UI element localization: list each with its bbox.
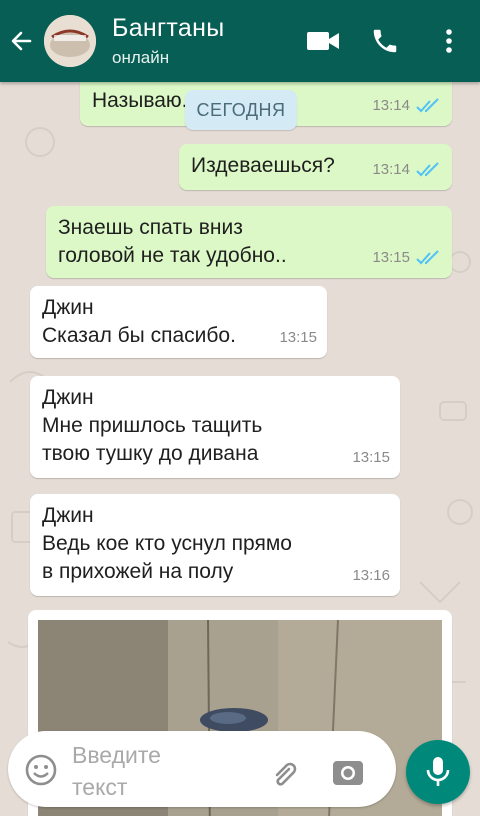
chat-area[interactable]: Называю... тиней 13:14 СЕГОДНЯ Издеваешь… [0,82,480,816]
header-titles[interactable]: Бангтаны онлайн [112,13,306,69]
message-meta: 13:15 [352,444,390,472]
microphone-button[interactable] [406,740,470,804]
message-bubble-incoming[interactable]: Джин Сказал бы спасибо. 13:15 [30,286,327,358]
message-time: 13:15 [279,329,317,346]
message-text-line: Мне пришлось тащить [42,414,263,437]
chat-title: Бангтаны [112,14,225,42]
chat-header: Бангтаны онлайн [0,0,480,82]
message-bubble-outgoing[interactable]: Издеваешься? 13:14 [179,144,452,190]
message-time: 13:14 [372,97,410,114]
message-text-line: в прихожей на полу [42,560,234,583]
more-options-icon[interactable] [432,24,466,58]
message-input[interactable]: Введите текст [72,739,161,803]
message-meta: 13:14 [372,156,442,184]
message-bubble-incoming[interactable]: Джин Ведь кое кто уснул прямо в прихожей… [30,494,400,596]
message-meta: 13:15 [372,244,442,272]
message-time: 13:14 [372,161,410,178]
message-text-line: Знаешь спать вниз [58,216,243,239]
message-meta: 13:16 [352,562,390,590]
date-chip: СЕГОДНЯ [185,90,297,130]
message-meta: 13:14 [372,92,442,120]
message-bubble-outgoing[interactable]: Знаешь спать вниз головой не так удобно.… [46,206,452,278]
message-sender: Джин [42,386,94,409]
read-ticks-icon [416,162,439,177]
emoji-icon[interactable] [24,753,58,787]
message-text-line: головой не так удобно.. [58,244,287,267]
chat-status: онлайн [112,48,170,67]
microphone-icon [426,757,450,786]
message-text: Сказал бы спасибо. [42,324,236,347]
message-meta: 13:15 [279,324,317,352]
message-text-line: твою тушку до дивана [42,442,259,465]
camera-icon[interactable] [332,757,364,787]
video-call-icon[interactable] [306,24,340,58]
message-text: Издеваешься? [191,154,335,177]
voice-call-icon[interactable] [368,24,402,58]
message-bubble-incoming[interactable]: Джин Мне пришлось тащить твою тушку до д… [30,376,400,478]
message-composer: Введите текст [8,731,396,807]
placeholder-line: Введите [72,742,161,768]
message-sender: Джин [42,504,94,527]
message-sender: Джин [42,296,94,319]
read-ticks-icon [416,98,439,113]
message-time: 13:15 [372,249,410,266]
message-time: 13:15 [352,449,390,466]
placeholder-line: текст [72,774,128,800]
message-text-line: Ведь кое кто уснул прямо [42,532,292,555]
message-time: 13:16 [352,567,390,584]
read-ticks-icon [416,250,439,265]
attach-paperclip-icon[interactable] [268,757,302,791]
back-arrow-icon[interactable] [10,30,32,52]
contact-avatar[interactable] [44,15,96,67]
